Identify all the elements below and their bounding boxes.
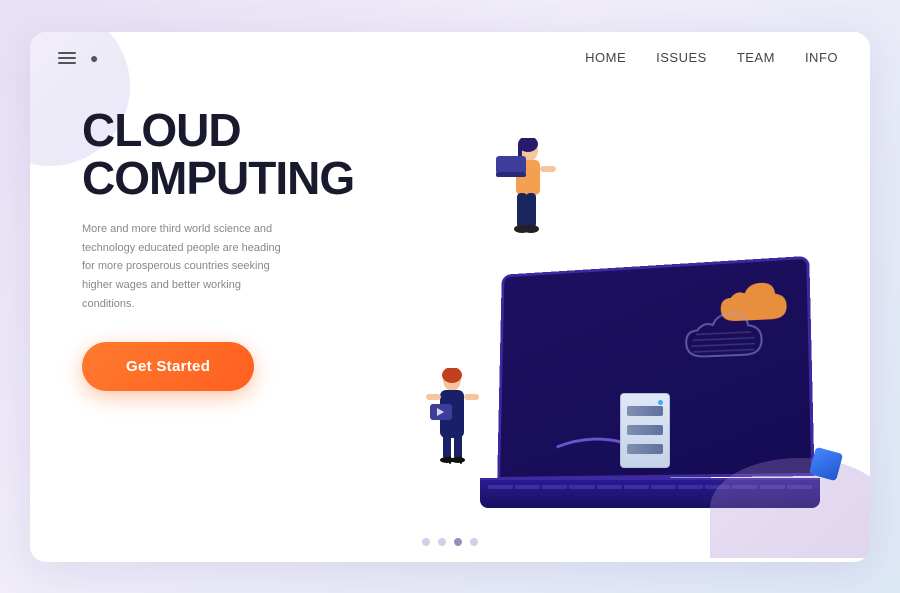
hamburger-icon[interactable] [58,52,76,64]
tower-slot-2 [627,425,663,435]
get-started-button[interactable]: Get Started [82,342,254,391]
hero-description: More and more third world science and te… [82,220,292,313]
person-2 [420,368,485,488]
hero-title: CLOUD COMPUTING [82,106,370,203]
server-tower [620,393,670,473]
search-icon[interactable]: ● [90,50,98,66]
nav-left: ● [58,50,98,66]
cloud-outline-icon [666,309,767,372]
tower-light [658,400,663,405]
bottom-accent [710,458,870,558]
pagination-dot-3[interactable] [454,538,462,546]
content-area: CLOUD COMPUTING More and more third worl… [30,66,870,528]
pagination-dot-4[interactable] [470,538,478,546]
nav-link-info[interactable]: INFO [805,50,838,65]
pagination-dot-1[interactable] [422,538,430,546]
navbar: ● HOME ISSUES TEAM INFO [30,32,870,66]
left-section: CLOUD COMPUTING More and more third worl… [30,86,370,528]
tower-slot-3 [627,444,663,454]
person-1 [490,138,560,268]
pagination-dot-2[interactable] [438,538,446,546]
nav-link-team[interactable]: TEAM [737,50,775,65]
nav-links: HOME ISSUES TEAM INFO [585,50,838,65]
person-2-svg [420,368,485,488]
nav-link-home[interactable]: HOME [585,50,626,65]
tower-slot-1 [627,406,663,416]
tower-body [620,393,670,468]
person-1-svg [490,138,560,268]
landing-card: ● HOME ISSUES TEAM INFO CLOUD COMPUTING … [30,32,870,562]
nav-link-issues[interactable]: ISSUES [656,50,707,65]
illustration-area [370,86,870,528]
